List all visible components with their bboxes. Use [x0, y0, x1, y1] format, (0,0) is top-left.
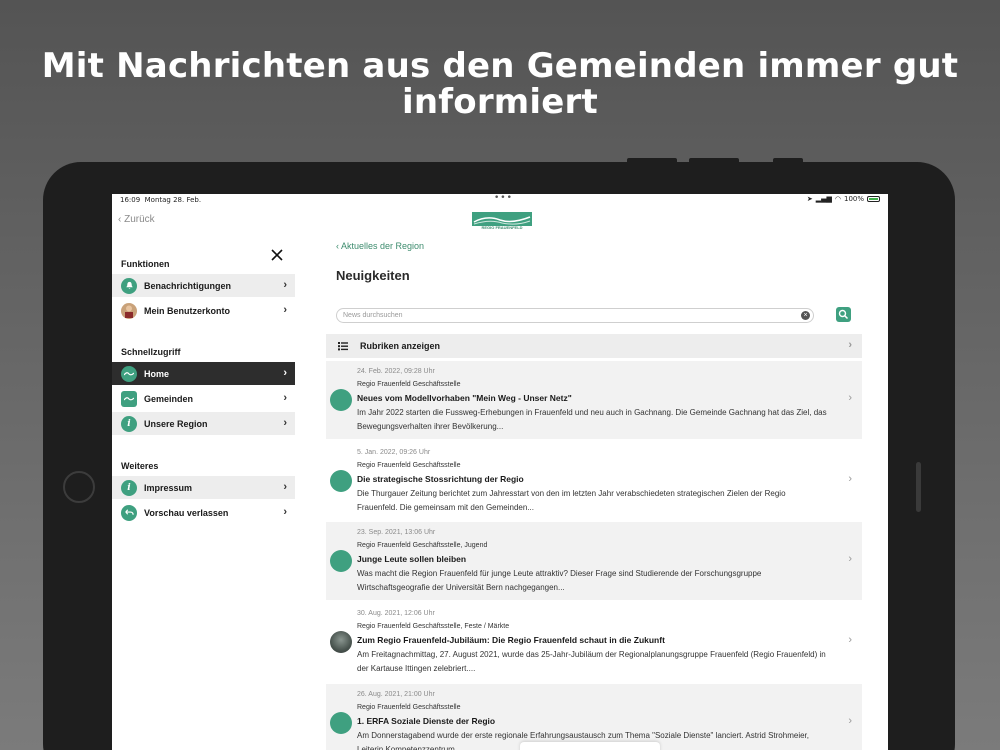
page-title: Neuigkeiten [336, 268, 410, 283]
chevron-right-icon: › [848, 339, 852, 351]
chevron-right-icon: › [283, 304, 287, 316]
news-photo-avatar [330, 631, 352, 653]
chevron-right-icon: › [848, 392, 852, 404]
status-time: 16:09 Montag 28. Feb. [120, 196, 202, 204]
regio-logo-icon [121, 365, 137, 382]
sidebar-item-benachrichtigungen[interactable]: Benachrichtigungen › [112, 274, 295, 297]
sidebar-item-label: Benachrichtigungen [144, 280, 232, 291]
regio-avatar-icon [330, 550, 352, 572]
news-item[interactable]: 5. Jan. 2022, 09:26 Uhr Regio Frauenfeld… [326, 442, 862, 520]
news-title: Zum Regio Frauenfeld-Jubiläum: Die Regio… [357, 635, 665, 645]
regio-avatar-icon [330, 712, 352, 734]
sidebar-item-label: Home [144, 368, 170, 379]
close-icon[interactable] [270, 248, 284, 262]
sidebar-item-vorschau-verlassen[interactable]: Vorschau verlassen › [112, 501, 295, 524]
news-source: Regio Frauenfeld Geschäftsstelle [357, 381, 461, 388]
chevron-right-icon: › [283, 506, 287, 518]
news-source: Regio Frauenfeld Geschäftsstelle, Jugend [357, 542, 488, 549]
news-item[interactable]: 23. Sep. 2021, 13:06 Uhr Regio Frauenfel… [326, 522, 862, 600]
news-title: 1. ERFA Soziale Dienste der Regio [357, 716, 496, 726]
undo-icon [121, 504, 137, 521]
chevron-right-icon: › [848, 634, 852, 646]
sidebar-item-label: Vorschau verlassen [144, 507, 229, 518]
status-bar: 16:09 Montag 28. Feb. ••• ➤ ▂▄▆ ◠ 100% [112, 194, 888, 206]
news-excerpt: Am Freitagnachmittag, 27. August 2021, w… [357, 650, 826, 673]
news-source: Regio Frauenfeld Geschäftsstelle, Feste … [357, 623, 510, 630]
sidebar-item-unsere-region[interactable]: i Unsere Region › [112, 412, 295, 435]
bottom-toolbar[interactable] [520, 742, 660, 750]
regio-avatar-icon [330, 389, 352, 411]
news-excerpt: Was macht die Region Frauenfeld für jung… [357, 569, 762, 592]
regio-logo: REGIO FRAUENFELD [472, 212, 532, 230]
chevron-right-icon: › [848, 553, 852, 565]
chevron-right-icon: › [283, 481, 287, 493]
user-avatar [121, 302, 137, 319]
multitask-dots[interactable]: ••• [494, 194, 513, 203]
rubriken-toggle[interactable]: Rubriken anzeigen › [326, 334, 862, 358]
chevron-right-icon: › [283, 367, 287, 379]
sidebar-item-label: Mein Benutzerkonto [144, 305, 231, 316]
sidebar-item-benutzerkonto[interactable]: Mein Benutzerkonto › [112, 299, 295, 322]
regio-avatar-icon [330, 470, 352, 492]
news-item[interactable]: 30. Aug. 2021, 12:06 Uhr Regio Frauenfel… [326, 603, 862, 681]
sidebar-item-impressum[interactable]: i Impressum › [112, 476, 295, 499]
back-button[interactable]: ‹ Zurück [118, 214, 155, 225]
search-input[interactable]: News durchsuchen × [336, 308, 814, 323]
news-date: 24. Feb. 2022, 09:28 Uhr [357, 368, 435, 375]
news-item[interactable]: 24. Feb. 2022, 09:28 Uhr Regio Frauenfel… [326, 361, 862, 439]
chevron-right-icon: › [848, 715, 852, 727]
list-icon [338, 342, 348, 351]
news-title: Junge Leute sollen bleiben [357, 554, 467, 564]
news-title: Die strategische Stossrichtung der Regio [357, 474, 524, 484]
section-title-weiteres: Weiteres [121, 461, 159, 471]
promo-headline: Mit Nachrichten aus den Gemeinden immer … [41, 46, 959, 122]
news-source: Regio Frauenfeld Geschäftsstelle [357, 704, 461, 711]
news-item[interactable]: 26. Aug. 2021, 21:00 Uhr Regio Frauenfel… [326, 684, 862, 750]
sidebar-item-label: Gemeinden [144, 393, 194, 404]
status-icons: ➤ ▂▄▆ ◠ 100% [807, 195, 880, 203]
bell-icon [121, 277, 137, 294]
camera-ring [63, 471, 95, 503]
side-sensor [916, 462, 921, 512]
info-icon: i [121, 415, 137, 432]
sidebar-item-label: Unsere Region [144, 418, 208, 429]
location-icon: ➤ [806, 195, 813, 203]
info-icon: i [121, 479, 137, 496]
search-button[interactable] [836, 307, 851, 322]
sidebar-item-home[interactable]: Home › [112, 362, 295, 385]
sidebar-item-label: Impressum [144, 482, 193, 493]
news-date: 30. Aug. 2021, 12:06 Uhr [357, 610, 435, 617]
wifi-icon: ◠ [834, 195, 841, 203]
chevron-right-icon: › [283, 392, 287, 404]
news-date: 26. Aug. 2021, 21:00 Uhr [357, 691, 435, 698]
news-source: Regio Frauenfeld Geschäftsstelle [357, 462, 461, 469]
section-title-schnellzugriff: Schnellzugriff [121, 347, 181, 357]
map-icon [121, 390, 137, 407]
chevron-right-icon: › [848, 473, 852, 485]
search-icon [838, 309, 849, 320]
chevron-right-icon: › [283, 417, 287, 429]
news-title: Neues vom Modellvorhaben "Mein Weg - Uns… [357, 393, 572, 403]
logo-label: REGIO FRAUENFELD [481, 225, 523, 230]
battery-icon [867, 196, 880, 202]
sidebar-item-gemeinden[interactable]: Gemeinden › [112, 387, 295, 410]
battery-label: 100% [843, 195, 864, 203]
signal-icon: ▂▄▆ [815, 195, 832, 203]
news-excerpt: Die Thurgauer Zeitung berichtet zum Jahr… [357, 489, 786, 512]
news-excerpt: Im Jahr 2022 starten die Fussweg-Erhebun… [357, 408, 827, 431]
section-title-funktionen: Funktionen [121, 259, 170, 269]
app-screen: 16:09 Montag 28. Feb. ••• ➤ ▂▄▆ ◠ 100% R… [112, 194, 888, 750]
clear-icon[interactable]: × [801, 311, 810, 320]
chevron-right-icon: › [283, 279, 287, 291]
news-date: 5. Jan. 2022, 09:26 Uhr [357, 449, 431, 456]
rubriken-label: Rubriken anzeigen [360, 341, 441, 351]
search-placeholder: News durchsuchen [343, 312, 403, 319]
news-date: 23. Sep. 2021, 13:06 Uhr [357, 529, 436, 536]
breadcrumb[interactable]: ‹ Aktuelles der Region [336, 241, 424, 251]
